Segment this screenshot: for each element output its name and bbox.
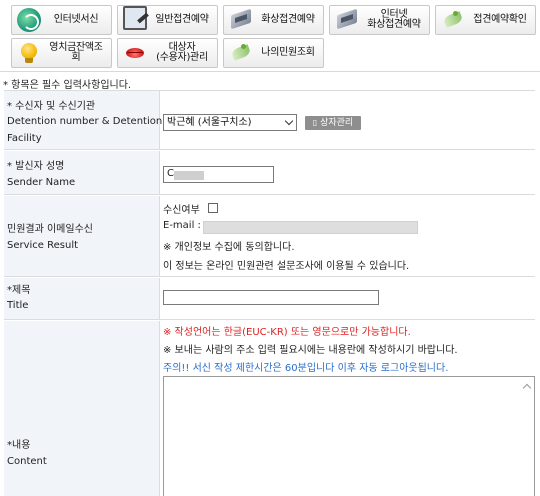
nav-label: 화상접견예약 — [261, 14, 315, 25]
email-label: E-mail : — [163, 220, 201, 231]
content-value-cell: ※ 작성언어는 한글(EUC-KR) 또는 영문으로만 가능합니다. ※ 보내는… — [161, 321, 535, 496]
title-input[interactable] — [163, 290, 379, 305]
sender-name-input[interactable]: C — [163, 166, 274, 183]
nav-label: 일반접견예약 — [155, 14, 209, 25]
nav-label-two-line: 대상자 (수용자)관리 — [151, 43, 217, 63]
sender-row: * 발신자 성명 Sender Name C — [4, 151, 535, 195]
recipient-label-cell: * 수신자 및 수신기관 Detention number & Detentio… — [4, 91, 163, 149]
recipient-label-ko: * 수신자 및 수신기관 — [7, 101, 96, 112]
nav-video-visit-button[interactable]: 화상접견예약 — [223, 5, 324, 35]
nav-visit-confirm-button[interactable]: 접견예약확인 — [435, 5, 536, 35]
leaf-icon — [229, 41, 253, 65]
service-result-row: 민원결과 이메일수신 Service Result 수신여부 E-mail : … — [4, 196, 535, 277]
title-label-cell: *제목 Title — [4, 278, 160, 319]
nav-my-petitions-button[interactable]: 나의민원조회 — [223, 38, 324, 68]
recipient-value-cell: 박근혜 (서울구치소) ▯ 상자관리 — [161, 91, 535, 149]
camera-icon — [335, 8, 359, 32]
privacy-notice-text: 이 정보는 온라인 민원관련 설문조사에 이용될 수 있습니다. — [163, 261, 410, 272]
nav-label: 나의민원조회 — [261, 47, 315, 58]
sender-label-en: Sender Name — [7, 177, 76, 188]
service-result-label-ko: 민원결과 이메일수신 — [7, 224, 93, 235]
language-notice: ※ 작성언어는 한글(EUC-KR) 또는 영문으로만 가능합니다. — [163, 327, 411, 338]
title-label-en: Title — [7, 300, 29, 311]
chevron-down-icon — [285, 118, 294, 127]
title-value-cell — [161, 278, 535, 319]
nav-internet-video-visit-button[interactable]: 인터넷 화상접견예약 — [329, 5, 430, 35]
required-note: * 항목은 필수 입력사항입니다. — [3, 80, 132, 91]
nav-deposit-balance-button[interactable]: 영치금잔액조회 — [11, 38, 112, 68]
receive-checkbox[interactable] — [208, 203, 218, 213]
recipient-selected-value: 박근혜 (서울구치소) — [167, 117, 252, 128]
sender-label-cell: * 발신자 성명 Sender Name — [4, 151, 160, 194]
recipient-label-en-line1: Detention number & Detention — [7, 116, 163, 127]
lips-icon — [123, 41, 147, 65]
bulb-icon — [17, 41, 41, 65]
service-result-label-en: Service Result — [7, 240, 79, 251]
nav-label-line2: (수용자)관리 — [156, 52, 208, 63]
nav-internet-letter-button[interactable]: 인터넷서신 — [11, 5, 112, 35]
nav-label: 접견예약확인 — [473, 14, 527, 25]
sender-value-cell: C — [161, 151, 535, 194]
title-label-ko: *제목 — [7, 285, 31, 296]
scroll-up-icon[interactable] — [522, 381, 532, 391]
service-result-label-cell: 민원결과 이메일수신 Service Result — [4, 196, 160, 276]
address-notice: ※ 보내는 사람의 주소 입력 필요시에는 내용란에 작성하시기 바랍니다. — [163, 345, 458, 356]
nav-label-line2: 화상접견예약 — [367, 19, 421, 30]
globe-icon — [17, 8, 41, 32]
divider — [0, 71, 540, 72]
masked-text — [174, 171, 204, 180]
content-textarea[interactable] — [163, 376, 535, 496]
time-limit-notice: 주의!! 서신 작성 제한시간은 60분입니다 이후 자동 로그아웃됩니다. — [163, 363, 449, 374]
nav-label-two-line: 인터넷 화상접견예약 — [363, 10, 429, 30]
recipient-manage-button[interactable]: ▯ 상자관리 — [305, 116, 361, 130]
leaf-icon — [441, 8, 465, 32]
recipient-manage-label: 상자관리 — [320, 118, 354, 128]
receive-label: 수신여부 — [163, 205, 200, 216]
nav-inmate-manage-button[interactable]: 대상자 (수용자)관리 — [117, 38, 218, 68]
recipient-row: * 수신자 및 수신기관 Detention number & Detentio… — [4, 91, 535, 150]
privacy-consent-text: ※ 개인정보 수집에 동의합니다. — [163, 242, 295, 253]
nav-label: 인터넷서신 — [53, 14, 99, 25]
recipient-label-en-line2: Facility — [7, 133, 42, 144]
camera-icon — [229, 8, 253, 32]
content-label-cell: *내용 Content — [4, 321, 160, 496]
sender-name-value: C — [167, 168, 174, 179]
service-result-value-cell: 수신여부 E-mail : ※ 개인정보 수집에 동의합니다. 이 정보는 온라… — [161, 196, 535, 276]
monitor-icon — [123, 6, 147, 30]
email-input[interactable] — [203, 221, 418, 234]
recipient-select[interactable]: 박근혜 (서울구치소) — [163, 114, 297, 131]
content-label-en: Content — [7, 456, 47, 467]
title-row: *제목 Title — [4, 278, 535, 320]
content-row: *내용 Content ※ 작성언어는 한글(EUC-KR) 또는 영문으로만 … — [4, 321, 535, 496]
content-label-ko: *내용 — [7, 440, 31, 451]
letter-form: * 수신자 및 수신기관 Detention number & Detentio… — [4, 90, 535, 496]
list-icon: ▯ — [312, 118, 318, 127]
sender-label-ko: * 발신자 성명 — [7, 161, 65, 172]
nav-general-visit-button[interactable]: 일반접견예약 — [117, 5, 218, 35]
nav-label: 영치금잔액조회 — [49, 42, 103, 63]
